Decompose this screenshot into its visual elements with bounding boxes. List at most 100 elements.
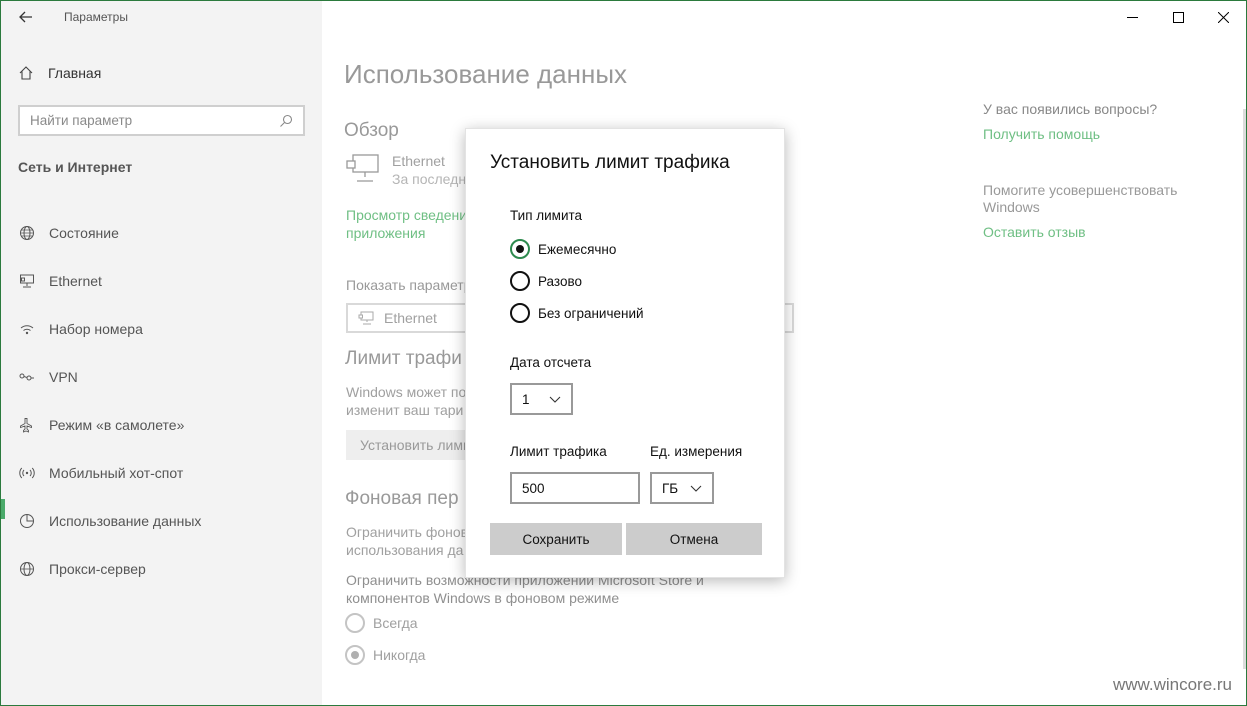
set-limit-dialog: Установить лимит трафика Тип лимита Ежем… xyxy=(465,128,785,578)
sidebar-item-label: Прокси-сервер xyxy=(49,561,146,577)
unit-value: ГБ xyxy=(662,480,679,496)
limit-type-unlimited[interactable]: Без ограничений xyxy=(510,303,644,323)
start-date-dropdown[interactable]: 1 xyxy=(510,383,573,415)
scrollbar[interactable] xyxy=(1243,109,1246,669)
sidebar-item-proxy[interactable]: Прокси-сервер xyxy=(1,545,322,593)
minimize-icon xyxy=(1126,16,1138,18)
watermark: www.wincore.ru xyxy=(1112,675,1232,694)
data-usage-icon xyxy=(18,513,35,530)
radio-label: Никогда xyxy=(373,647,426,663)
network-select-value: Ethernet xyxy=(384,310,437,326)
settings-window: Параметры Главная Сеть и Интернет Состоя… xyxy=(0,0,1247,706)
sidebar-nav: Состояние Ethernet Набор номера VPN Режи… xyxy=(1,209,322,593)
ethernet-icon xyxy=(346,154,379,182)
unit-label: Ед. измерения xyxy=(650,444,743,459)
sidebar-item-label: Набор номера xyxy=(49,321,143,337)
sidebar-item-vpn[interactable]: VPN xyxy=(1,353,322,401)
page-title: Использование данных xyxy=(344,59,628,89)
overview-heading: Обзор xyxy=(344,120,399,141)
limit-description-line2: изменит ваш тари xyxy=(346,402,464,418)
save-button[interactable]: Сохранить xyxy=(490,523,622,555)
radio-button-selected[interactable] xyxy=(345,645,365,665)
dialog-title: Установить лимит трафика xyxy=(490,152,730,173)
sidebar-item-ethernet[interactable]: Ethernet xyxy=(1,257,322,305)
view-usage-link-line2[interactable]: приложения xyxy=(346,225,425,241)
radio-button-selected[interactable] xyxy=(510,239,530,259)
ethernet-overview: Ethernet За последн xyxy=(346,153,466,187)
questions-label: У вас появились вопросы? xyxy=(983,101,1158,117)
app-title: Параметры xyxy=(64,10,128,24)
dialup-icon xyxy=(18,321,35,338)
close-icon xyxy=(1217,11,1229,23)
search-icon[interactable] xyxy=(279,114,293,128)
chevron-down-icon xyxy=(549,396,561,403)
sidebar-item-data-usage[interactable]: Использование данных xyxy=(1,497,322,545)
view-usage-link[interactable]: Просмотр сведени xyxy=(346,207,467,223)
globe-icon xyxy=(18,561,35,578)
vpn-icon xyxy=(18,369,35,386)
sidebar-item-label: Ethernet xyxy=(49,273,102,289)
background-description: Ограничить фонов xyxy=(346,524,469,540)
restrict-label-line2: компонентов Windows в фоновом режиме xyxy=(346,590,620,606)
airplane-icon xyxy=(18,417,35,434)
sidebar-item-status[interactable]: Состояние xyxy=(1,209,322,257)
set-limit-button[interactable]: Установить лими xyxy=(346,430,485,460)
background-heading: Фоновая пер xyxy=(345,488,459,509)
improve-label: Помогите усовершенствовать xyxy=(983,182,1178,198)
start-date-value: 1 xyxy=(522,391,530,407)
limit-type-onetime[interactable]: Разово xyxy=(510,271,582,291)
get-help-link[interactable]: Получить помощь xyxy=(983,126,1223,142)
radio-label: Разово xyxy=(538,273,582,289)
radio-button[interactable] xyxy=(345,613,365,633)
arrow-left-icon xyxy=(19,11,32,23)
radio-label: Всегда xyxy=(373,615,418,631)
sidebar: Параметры Главная Сеть и Интернет Состоя… xyxy=(1,1,322,705)
search-field[interactable] xyxy=(18,105,305,136)
background-description-line2: использования да xyxy=(346,542,464,558)
unit-dropdown[interactable]: ГБ xyxy=(650,472,714,504)
improve-label-line2: Windows xyxy=(983,199,1040,215)
sidebar-item-label: Использование данных xyxy=(49,513,202,529)
chevron-down-icon xyxy=(690,485,702,492)
ethernet-name: Ethernet xyxy=(392,153,445,169)
radio-label: Ежемесячно xyxy=(538,241,617,257)
limit-heading: Лимит трафи xyxy=(345,348,462,369)
limit-type-monthly[interactable]: Ежемесячно xyxy=(510,239,616,259)
show-params-label: Показать параметр xyxy=(346,277,472,293)
bg-option-always[interactable]: Всегда xyxy=(345,613,418,633)
maximize-icon xyxy=(1172,11,1184,23)
sidebar-item-label: Мобильный хот-спот xyxy=(49,465,184,481)
bg-option-never[interactable]: Никогда xyxy=(345,645,425,665)
radio-label: Без ограничений xyxy=(538,305,644,321)
section-heading: Сеть и Интернет xyxy=(18,159,133,175)
home-icon xyxy=(19,66,33,80)
sidebar-item-label: Состояние xyxy=(49,225,119,241)
radio-button[interactable] xyxy=(510,271,530,291)
globe-icon xyxy=(18,225,35,242)
close-button[interactable] xyxy=(1200,1,1246,33)
sidebar-item-airplane[interactable]: Режим «в самолете» xyxy=(1,401,322,449)
minimize-button[interactable] xyxy=(1109,1,1155,33)
sidebar-item-label: Режим «в самолете» xyxy=(49,417,185,433)
traffic-limit-label: Лимит трафика xyxy=(510,444,607,459)
feedback-link[interactable]: Оставить отзыв xyxy=(983,224,1223,240)
limit-description: Windows может по xyxy=(346,384,467,400)
ethernet-usage-sub: За последн xyxy=(392,171,467,187)
hotspot-icon xyxy=(18,465,35,482)
cancel-button[interactable]: Отмена xyxy=(626,523,762,555)
limit-type-label: Тип лимита xyxy=(510,208,583,223)
sidebar-item-dialup[interactable]: Набор номера xyxy=(1,305,322,353)
traffic-limit-value: 500 xyxy=(522,480,545,496)
sidebar-item-label: Главная xyxy=(48,65,102,81)
back-button[interactable] xyxy=(11,5,41,29)
search-input[interactable] xyxy=(30,113,279,128)
start-date-label: Дата отсчета xyxy=(510,355,592,370)
help-panel: У вас появились вопросы? Получить помощь… xyxy=(983,101,1223,240)
maximize-button[interactable] xyxy=(1155,1,1201,33)
sidebar-item-hotspot[interactable]: Мобильный хот-спот xyxy=(1,449,322,497)
sidebar-item-label: VPN xyxy=(49,369,78,385)
radio-button[interactable] xyxy=(510,303,530,323)
traffic-limit-input[interactable]: 500 xyxy=(510,472,640,504)
sidebar-item-home[interactable]: Главная xyxy=(18,65,101,81)
ethernet-icon xyxy=(18,273,35,290)
